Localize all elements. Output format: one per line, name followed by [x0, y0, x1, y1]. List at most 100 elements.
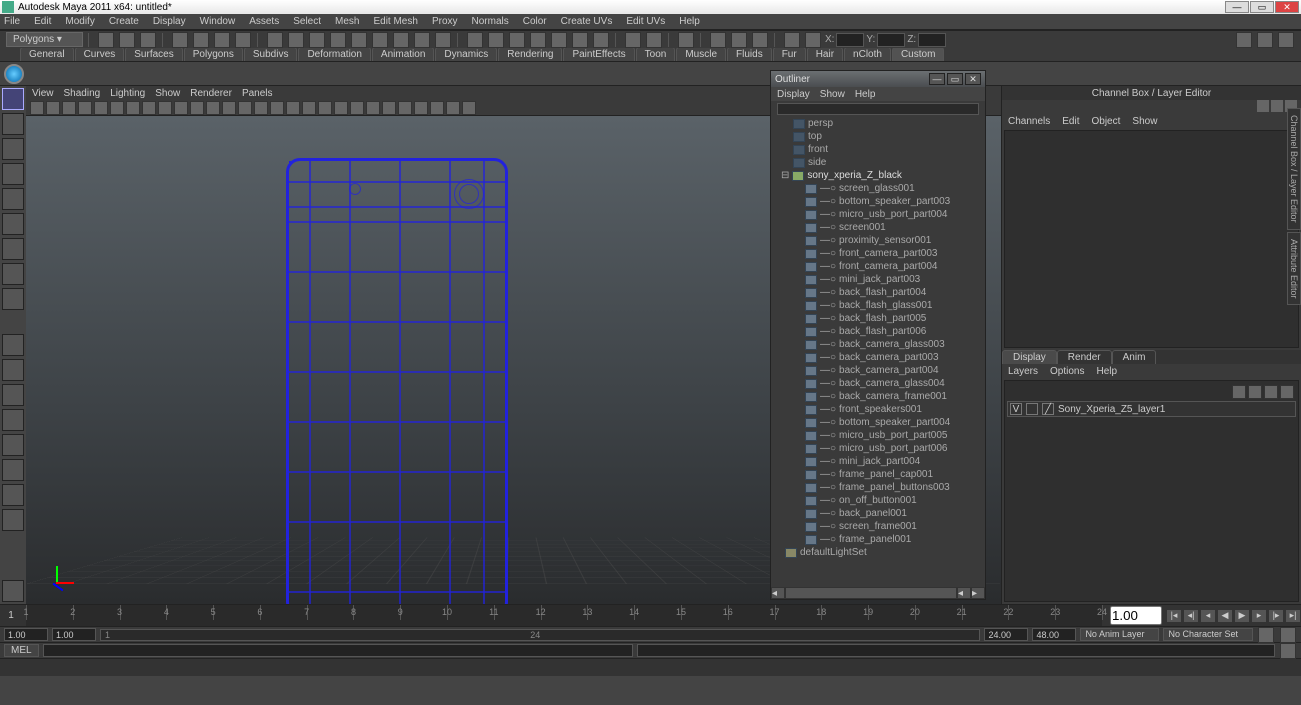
vp-icon[interactable]: [430, 101, 444, 115]
wireframe-object[interactable]: [286, 158, 508, 604]
vp-icon[interactable]: [46, 101, 60, 115]
tool-icon[interactable]: [414, 32, 430, 48]
tool-icon[interactable]: [678, 32, 694, 48]
outliner-item[interactable]: defaultLightSet: [773, 546, 983, 559]
rotate-tool[interactable]: [2, 188, 24, 210]
tool-icon[interactable]: [509, 32, 525, 48]
outliner-item[interactable]: —○ back_flash_glass001: [773, 299, 983, 312]
shelf-tab-surfaces[interactable]: Surfaces: [125, 48, 182, 61]
goto-end[interactable]: ▸|: [1285, 609, 1301, 623]
shelf-tab-ncloth[interactable]: nCloth: [844, 48, 891, 61]
menu-color[interactable]: Color: [523, 16, 547, 27]
lasso-tool[interactable]: [2, 113, 24, 135]
outliner-item[interactable]: —○ mini_jack_part003: [773, 273, 983, 286]
menu-modify[interactable]: Modify: [65, 16, 94, 27]
play-back[interactable]: ◀: [1217, 609, 1233, 623]
outliner-item[interactable]: —○ back_camera_frame001: [773, 390, 983, 403]
vp-icon[interactable]: [462, 101, 476, 115]
layout-graph[interactable]: [2, 484, 24, 506]
menu-select[interactable]: Select: [293, 16, 321, 27]
step-back-key[interactable]: ◂|: [1183, 609, 1199, 623]
tool-icon[interactable]: [625, 32, 641, 48]
z-input[interactable]: [918, 33, 946, 47]
layout-four[interactable]: [2, 359, 24, 381]
tool-icon[interactable]: [488, 32, 504, 48]
vp-icon[interactable]: [142, 101, 156, 115]
outliner-item[interactable]: —○ on_off_button001: [773, 494, 983, 507]
layer-tab-display[interactable]: Display: [1002, 350, 1057, 364]
outliner-item[interactable]: side: [773, 156, 983, 169]
tool-icon[interactable]: [140, 32, 156, 48]
mel-label[interactable]: MEL: [4, 644, 39, 657]
outliner-minimize[interactable]: —: [929, 73, 945, 85]
vp-menu-show[interactable]: Show: [155, 88, 180, 99]
tool-icon[interactable]: [467, 32, 483, 48]
outliner-menu-show[interactable]: Show: [820, 89, 845, 100]
menu-assets[interactable]: Assets: [249, 16, 279, 27]
side-tab[interactable]: Channel Box / Layer Editor: [1287, 108, 1301, 230]
layer-row[interactable]: V ╱ Sony_Xperia_Z5_layer1: [1007, 401, 1296, 417]
shelf-tab-fur[interactable]: Fur: [773, 48, 806, 61]
menu-file[interactable]: File: [4, 16, 20, 27]
shelf-tab-polygons[interactable]: Polygons: [184, 48, 243, 61]
vp-icon[interactable]: [126, 101, 140, 115]
script-editor-icon[interactable]: [1280, 643, 1296, 659]
char-set-dd[interactable]: No Character Set: [1163, 628, 1253, 641]
layout-script[interactable]: [2, 509, 24, 531]
tool-icon[interactable]: [288, 32, 304, 48]
vp-icon[interactable]: [350, 101, 364, 115]
mode-dropdown[interactable]: Polygons ▾: [6, 32, 83, 47]
layer-icon[interactable]: [1248, 385, 1262, 399]
paint-tool[interactable]: [2, 138, 24, 160]
outliner-menu-display[interactable]: Display: [777, 89, 810, 100]
outliner-menu-help[interactable]: Help: [855, 89, 876, 100]
vp-icon[interactable]: [414, 101, 428, 115]
layer-ref[interactable]: ╱: [1042, 403, 1054, 415]
outliner-item[interactable]: front: [773, 143, 983, 156]
anim-layer-dd[interactable]: No Anim Layer: [1080, 628, 1159, 641]
outliner-item[interactable]: —○ bottom_speaker_part003: [773, 195, 983, 208]
tool-icon[interactable]: [235, 32, 251, 48]
tool-icon[interactable]: [805, 32, 821, 48]
select-tool[interactable]: [2, 88, 24, 110]
vp-icon[interactable]: [398, 101, 412, 115]
manip-tool[interactable]: [2, 238, 24, 260]
layer-icon[interactable]: [1264, 385, 1278, 399]
tool-icon[interactable]: [1278, 32, 1294, 48]
time-ruler[interactable]: 123456789101112131415161718192021222324: [26, 605, 1102, 626]
step-back[interactable]: ◂: [1200, 609, 1216, 623]
tool-icon[interactable]: [784, 32, 800, 48]
outliner-item[interactable]: —○ back_panel001: [773, 507, 983, 520]
outliner-item[interactable]: —○ front_camera_part004: [773, 260, 983, 273]
outliner-item[interactable]: —○ back_camera_glass004: [773, 377, 983, 390]
vp-icon[interactable]: [174, 101, 188, 115]
vp-icon[interactable]: [222, 101, 236, 115]
outliner-item[interactable]: —○ back_camera_part003: [773, 351, 983, 364]
shelf-tab-general[interactable]: General: [20, 48, 74, 61]
step-fwd-key[interactable]: |▸: [1268, 609, 1284, 623]
cb-menu-channels[interactable]: Channels: [1008, 116, 1050, 127]
tool-icon[interactable]: [193, 32, 209, 48]
menu-normals[interactable]: Normals: [472, 16, 509, 27]
outliner-maximize[interactable]: ▭: [947, 73, 963, 85]
outliner-item[interactable]: —○ bottom_speaker_part004: [773, 416, 983, 429]
x-input[interactable]: [836, 33, 864, 47]
tool-icon[interactable]: [172, 32, 188, 48]
vp-icon[interactable]: [78, 101, 92, 115]
goto-start[interactable]: |◂: [1166, 609, 1182, 623]
outliner-item[interactable]: persp: [773, 117, 983, 130]
cb-menu-object[interactable]: Object: [1092, 116, 1121, 127]
vp-icon[interactable]: [30, 101, 44, 115]
outliner-item[interactable]: —○ micro_usb_port_part006: [773, 442, 983, 455]
current-frame-box[interactable]: [1110, 606, 1162, 625]
vp-icon[interactable]: [286, 101, 300, 115]
outliner-item[interactable]: —○ screen001: [773, 221, 983, 234]
menu-create[interactable]: Create: [109, 16, 139, 27]
vp-icon[interactable]: [334, 101, 348, 115]
outliner-titlebar[interactable]: Outliner — ▭ ✕: [771, 71, 985, 87]
tool-icon[interactable]: [214, 32, 230, 48]
outliner-item[interactable]: —○ back_flash_part006: [773, 325, 983, 338]
vp-icon[interactable]: [94, 101, 108, 115]
shelf-tab-deformation[interactable]: Deformation: [298, 48, 370, 61]
tool-icon[interactable]: [731, 32, 747, 48]
